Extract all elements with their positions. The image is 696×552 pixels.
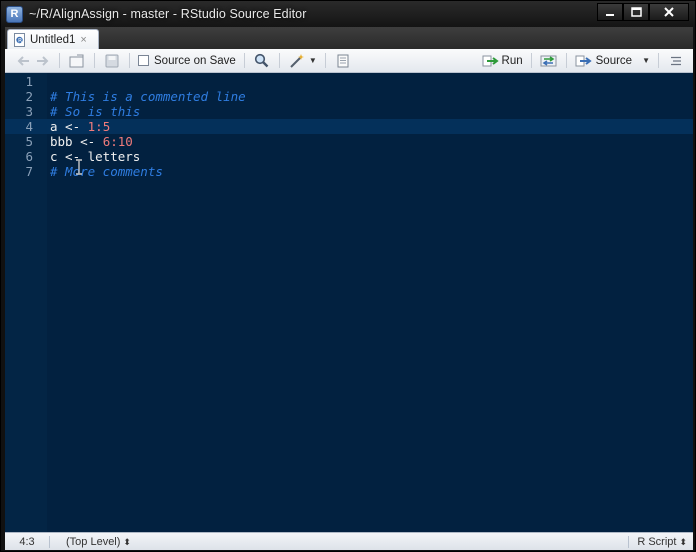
code-line[interactable]: 2 # This is a commented line [5,89,693,104]
close-button[interactable] [649,3,689,21]
line-number: 2 [25,89,33,104]
text-cursor-ibeam-icon [76,159,82,175]
tab-untitled1[interactable]: R Untitled1 × [7,29,99,49]
scope-selector[interactable]: (Top Level) ⬍ [66,536,131,548]
code-editor[interactable]: 1 2 # This is a commented line 3 # So is thi… [5,73,693,532]
code-text: c <- letters [50,149,140,164]
window-title: ~/R/AlignAssign - master - RStudio Sourc… [29,7,307,21]
source-on-save-checkbox[interactable] [138,55,149,66]
code-token: c <- letters [50,149,141,164]
forward-arrow-icon[interactable] [33,52,51,70]
toolbar-separator [59,53,60,68]
source-button[interactable]: Source [596,55,632,67]
save-icon[interactable] [103,52,121,70]
code-line[interactable]: 5 bbb <- 6:10 [5,134,693,149]
line-number: 7 [25,164,33,179]
run-arrow-icon[interactable] [482,52,500,70]
cursor-position: 4:3 [5,535,50,548]
comment-token: # This is a commented line [50,89,246,104]
title-bar: R ~/R/AlignAssign - master - RStudio Sou… [1,1,695,27]
toolbar-separator [278,53,280,68]
line-number: 6 [25,149,33,164]
code-text: # So is this [50,104,140,119]
toolbar-right-group: Run Source ▼ [482,52,693,70]
minimize-icon [606,14,614,16]
code-token: a <- [50,119,88,134]
toolbar-separator [658,53,659,68]
code-line[interactable]: 3 # So is this [5,104,693,119]
comment-token: # More comments [50,164,163,179]
updown-icon: ⬍ [679,536,687,547]
line-number: 3 [25,104,33,119]
window-controls [597,3,689,21]
code-tools-wand-icon[interactable] [288,52,306,70]
code-line[interactable]: 1 [5,74,693,89]
toolbar-separator [243,53,245,68]
code-line[interactable]: 6 c <- letters [5,149,693,164]
maximize-button[interactable] [623,3,649,21]
line-number: 4 [25,119,33,134]
r-file-icon: R [14,32,26,47]
number-token: 1:5 [87,119,111,134]
rstudio-source-editor-window: R ~/R/AlignAssign - master - RStudio Sou… [0,0,696,552]
run-button[interactable]: Run [502,55,523,67]
source-dropdown-chevron-icon[interactable]: ▼ [642,56,650,65]
close-icon [664,7,674,17]
tab-close-icon[interactable]: × [80,34,86,46]
toolbar-separator [129,53,130,68]
file-type-label: R Script [637,535,677,548]
toolbar-separator [565,53,567,68]
svg-text:R: R [18,37,22,44]
search-icon[interactable] [253,52,271,70]
toolbar-separator [94,53,95,68]
scope-label: (Top Level) [66,535,121,548]
chevron-down-icon[interactable]: ▼ [309,56,317,65]
code-text: a <- 1:5 [50,119,110,134]
line-number: 5 [25,134,33,149]
maximize-icon [630,7,642,17]
code-text: # This is a commented line [50,89,246,104]
tab-bar: R Untitled1 × [5,27,693,49]
outline-menu-icon[interactable] [667,52,685,70]
code-text: bbb <- 6:10 [50,134,133,149]
toolbar-separator [324,53,326,68]
number-token: 6:10 [102,134,133,149]
source-on-save-label: Source on Save [154,54,236,67]
tab-label: Untitled1 [30,33,76,46]
file-type-selector[interactable]: R Script ⬍ [628,535,687,548]
code-line[interactable]: 4 a <- 1:5 [5,119,693,134]
code-text: # More comments [50,164,163,179]
line-number: 1 [25,74,33,89]
status-bar: 4:3 (Top Level) ⬍ R Script ⬍ [5,532,693,550]
show-in-window-icon[interactable] [68,52,86,70]
toolbar-separator [530,53,532,68]
code-line[interactable]: 7 # More comments [5,164,693,179]
minimize-button[interactable] [597,3,623,21]
back-arrow-icon[interactable] [15,52,33,70]
rstudio-icon: R [6,5,23,23]
updown-icon: ⬍ [123,536,131,547]
source-arrow-icon[interactable] [575,52,593,70]
compile-report-icon[interactable] [334,52,352,70]
rerun-icon[interactable] [540,52,558,70]
code-token: bbb <- [50,134,103,149]
comment-token: # So is this [50,104,141,119]
editor-toolbar: Source on Save ▼ Run Source ▼ [5,49,693,73]
